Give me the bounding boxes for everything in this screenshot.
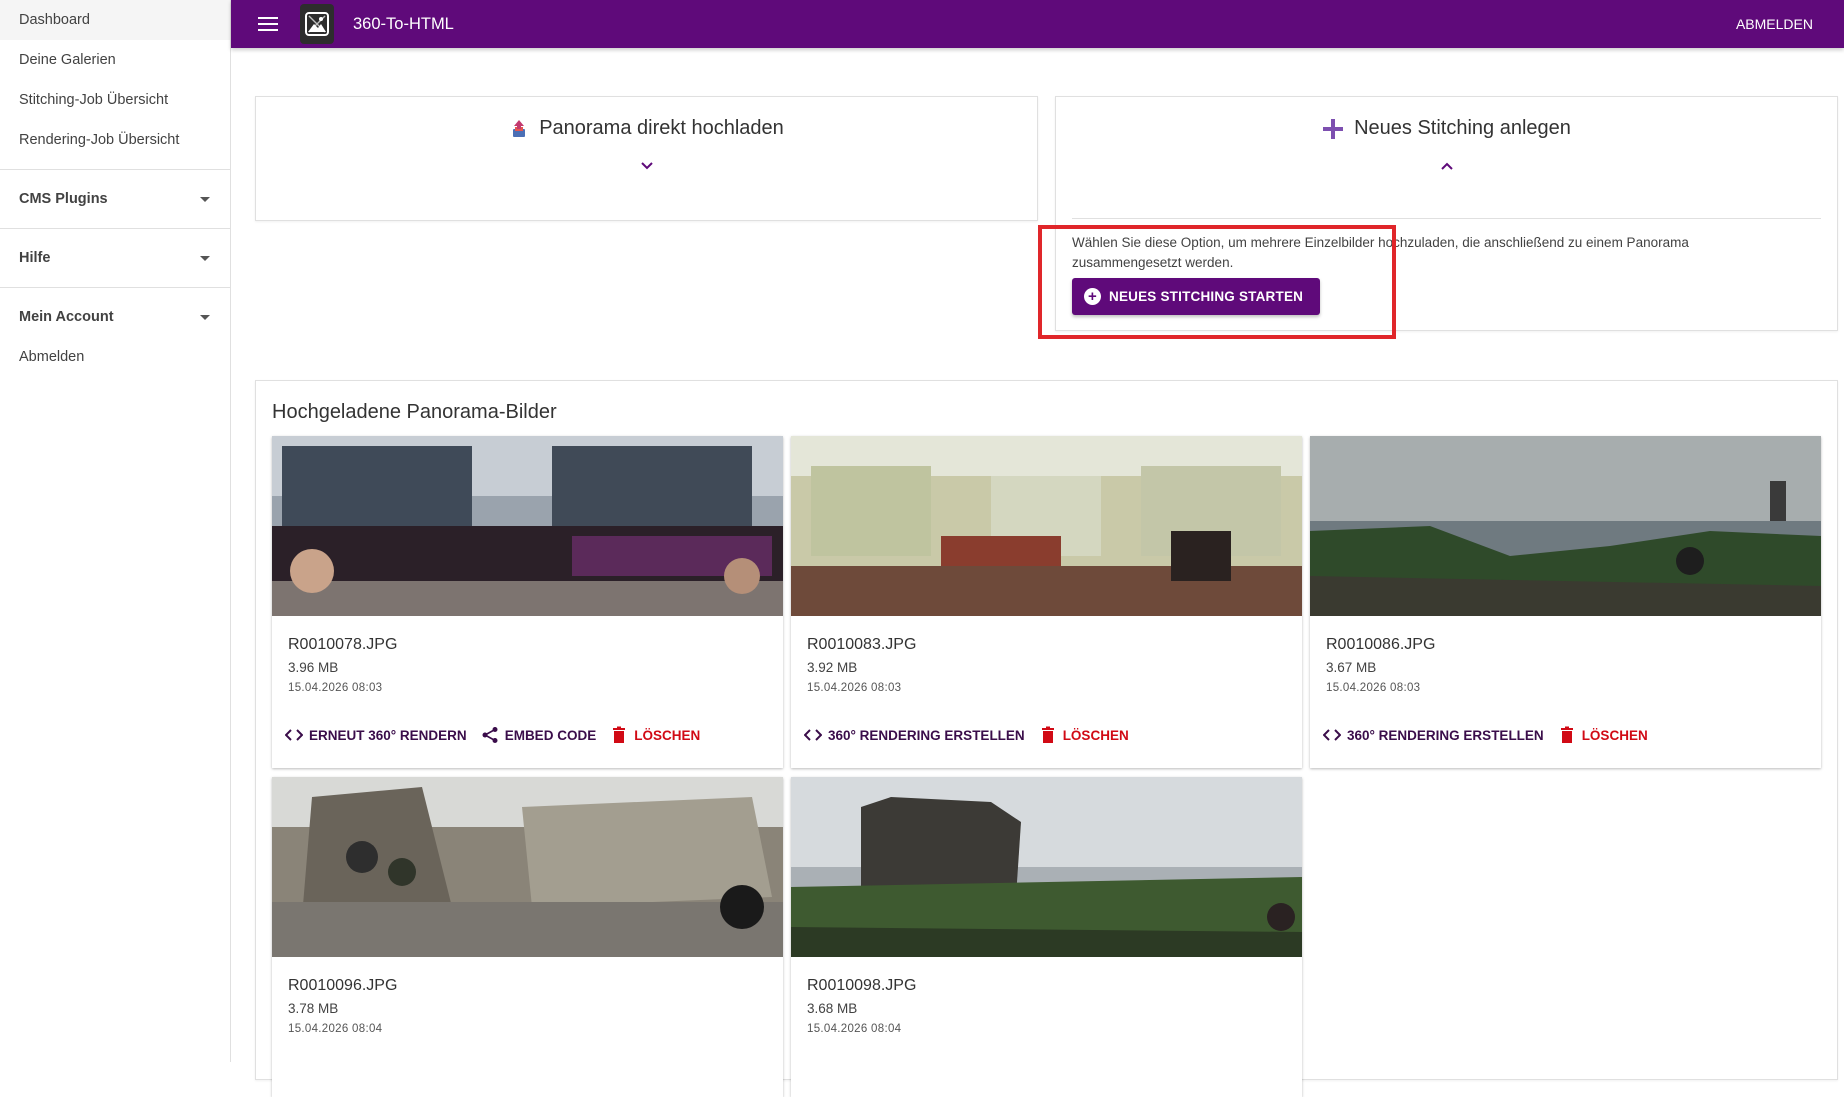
image-card: R0010078.JPG 3.96 MB 15.04.2026 08:03 ER…: [272, 436, 783, 768]
create-rendering-button[interactable]: 360° RENDERING ERSTELLEN: [804, 726, 1025, 744]
code-icon: [804, 729, 822, 741]
upload-date: 15.04.2026 08:03: [288, 682, 383, 694]
gallery-panel: Hochgeladene Panorama-Bilder R0010078.JP…: [255, 380, 1838, 1097]
action-label: LÖSCHEN: [1581, 727, 1648, 743]
share-icon: [482, 727, 498, 743]
upload-date: 15.04.2026 08:04: [288, 1023, 383, 1035]
action-label: 360° RENDERING ERSTELLEN: [828, 727, 1025, 743]
file-name: R0010083.JPG: [807, 636, 917, 653]
image-card: R0010086.JPG 3.67 MB 15.04.2026 08:03 36…: [1310, 436, 1821, 768]
upload-date: 15.04.2026 08:03: [1326, 682, 1421, 694]
sidebar: Dashboard Deine Galerien Stitching-Job Ü…: [0, 0, 231, 1062]
panorama-thumbnail[interactable]: [1310, 436, 1821, 616]
caret-down-icon: [200, 314, 210, 320]
sidebar-group-label: Mein Account: [19, 309, 114, 325]
sidebar-divider: [0, 287, 230, 288]
sidebar-group-label: Hilfe: [19, 250, 51, 266]
panorama-thumbnail[interactable]: [791, 436, 1302, 616]
delete-button[interactable]: LÖSCHEN: [1039, 726, 1129, 744]
sidebar-group-account[interactable]: Mein Account: [0, 297, 230, 337]
sidebar-item-logout[interactable]: Abmelden: [0, 337, 230, 377]
file-name: R0010096.JPG: [288, 977, 398, 994]
sidebar-group-help[interactable]: Hilfe: [0, 238, 230, 278]
action-label: ERNEUT 360° RENDERN: [309, 727, 467, 743]
sidebar-item-stitching-jobs[interactable]: Stitching-Job Übersicht: [0, 80, 230, 120]
sidebar-divider: [0, 169, 230, 170]
add-circle-icon: +: [1084, 288, 1101, 305]
code-icon: [285, 729, 303, 741]
upload-icon: [513, 119, 526, 137]
file-size: 3.67 MB: [1326, 660, 1377, 675]
delete-button[interactable]: LÖSCHEN: [1558, 726, 1648, 744]
rerender-button[interactable]: ERNEUT 360° RENDERN: [285, 726, 467, 744]
sidebar-item-rendering-jobs[interactable]: Rendering-Job Übersicht: [0, 120, 230, 160]
sidebar-divider: [0, 228, 230, 229]
panorama-thumbnail[interactable]: [272, 436, 783, 616]
file-size: 3.78 MB: [288, 1001, 339, 1016]
stitching-description: Wählen Sie diese Option, um mehrere Einz…: [1072, 235, 1689, 270]
sidebar-item-dashboard[interactable]: Dashboard: [0, 0, 230, 40]
caret-down-icon: [200, 196, 210, 202]
card-actions: ERNEUT 360° RENDERN EMBED CODE LÖSCHEN: [285, 726, 700, 744]
upload-date: 15.04.2026 08:04: [807, 1023, 902, 1035]
trash-icon: [1041, 726, 1054, 743]
panorama-thumbnail[interactable]: [272, 777, 783, 957]
chevron-up-icon[interactable]: [1056, 158, 1837, 175]
app-logo: [300, 4, 334, 44]
upload-panel-header[interactable]: Panorama direkt hochladen: [256, 117, 1037, 140]
caret-down-icon: [200, 255, 210, 261]
trash-icon: [1560, 726, 1573, 743]
app-title: 360-To-HTML: [353, 14, 454, 33]
upload-date: 15.04.2026 08:03: [807, 682, 902, 694]
plus-icon: [1323, 118, 1344, 139]
divider: [1072, 218, 1821, 219]
trash-icon: [613, 726, 626, 743]
image-card: R0010096.JPG 3.78 MB 15.04.2026 08:04: [272, 777, 783, 1097]
file-name: R0010078.JPG: [288, 636, 398, 653]
image-card: R0010083.JPG 3.92 MB 15.04.2026 08:03 36…: [791, 436, 1302, 768]
file-name: R0010098.JPG: [807, 977, 917, 994]
stitching-panel: Neues Stitching anlegen Wählen Sie diese…: [1055, 96, 1838, 331]
file-size: 3.68 MB: [807, 1001, 858, 1016]
file-size: 3.96 MB: [288, 660, 339, 675]
code-icon: [1323, 729, 1341, 741]
stitching-panel-header[interactable]: Neues Stitching anlegen: [1056, 117, 1837, 140]
sidebar-item-galleries[interactable]: Deine Galerien: [0, 40, 230, 80]
embed-code-button[interactable]: EMBED CODE: [481, 726, 597, 744]
upload-panel: Panorama direkt hochladen: [255, 96, 1038, 221]
create-rendering-button[interactable]: 360° RENDERING ERSTELLEN: [1323, 726, 1544, 744]
action-label: EMBED CODE: [504, 727, 597, 743]
card-actions: 360° RENDERING ERSTELLEN LÖSCHEN: [1323, 726, 1648, 744]
file-name: R0010086.JPG: [1326, 636, 1436, 653]
stitching-panel-title: Neues Stitching anlegen: [1354, 117, 1571, 139]
logout-button[interactable]: ABMELDEN: [1736, 16, 1813, 32]
action-label: 360° RENDERING ERSTELLEN: [1347, 727, 1544, 743]
sidebar-group-cms-plugins[interactable]: CMS Plugins: [0, 179, 230, 219]
file-size: 3.92 MB: [807, 660, 858, 675]
gallery-title: Hochgeladene Panorama-Bilder: [272, 401, 557, 423]
upload-panel-title: Panorama direkt hochladen: [539, 117, 784, 139]
action-label: LÖSCHEN: [634, 727, 701, 743]
start-stitching-label: NEUES STITCHING STARTEN: [1109, 289, 1304, 304]
start-stitching-button[interactable]: + NEUES STITCHING STARTEN: [1072, 278, 1320, 315]
delete-button[interactable]: LÖSCHEN: [610, 726, 700, 744]
menu-icon[interactable]: [258, 13, 278, 35]
card-actions: 360° RENDERING ERSTELLEN LÖSCHEN: [804, 726, 1129, 744]
sidebar-group-label: CMS Plugins: [19, 191, 108, 207]
action-label: LÖSCHEN: [1062, 727, 1129, 743]
panorama-thumbnail[interactable]: [791, 777, 1302, 957]
top-app-bar: 360-To-HTML ABMELDEN: [231, 0, 1844, 48]
chevron-down-icon[interactable]: [256, 158, 1037, 175]
image-card: R0010098.JPG 3.68 MB 15.04.2026 08:04: [791, 777, 1302, 1097]
